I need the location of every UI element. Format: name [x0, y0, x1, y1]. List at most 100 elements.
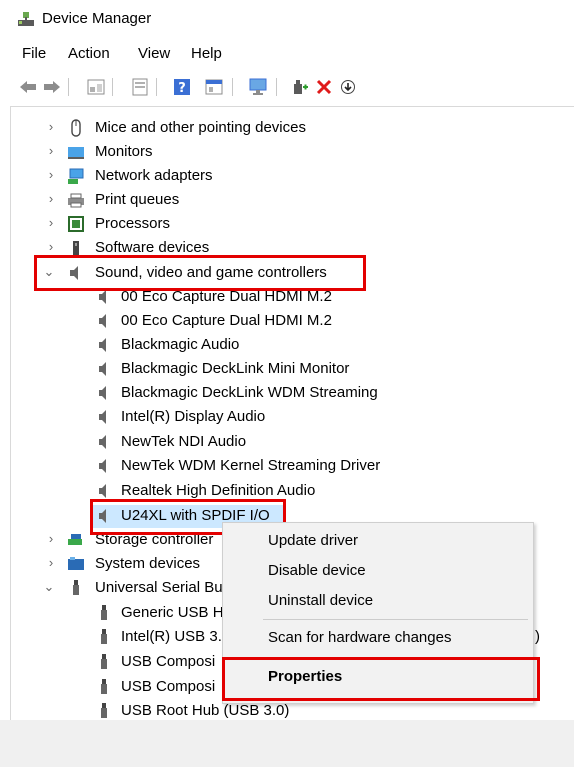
tree-child-label: Blackmagic Audio — [121, 336, 240, 353]
tree-child-item[interactable]: Realtek High Definition Audio — [11, 480, 565, 504]
tree-child-item[interactable]: Blackmagic DeckLink Mini Monitor — [11, 358, 565, 382]
tree-item-label: Mice and other pointing devices — [95, 119, 306, 136]
chevron-down-icon[interactable]: ⌄ — [43, 580, 55, 594]
chevron-right-icon[interactable]: › — [45, 120, 57, 134]
chevron-right-icon[interactable]: › — [45, 192, 57, 206]
mouse-icon — [71, 119, 81, 137]
speaker-icon — [99, 338, 106, 352]
usb-icon — [101, 605, 107, 620]
tree-child-label: 00 Eco Capture Dual HDMI M.2 — [121, 288, 332, 305]
tree-item-label: Storage controller — [95, 531, 214, 548]
software-icon — [73, 241, 79, 255]
speaker-icon — [99, 386, 106, 400]
speaker-icon — [99, 290, 106, 304]
menu-item-uninstall-device[interactable]: Uninstall device — [223, 589, 533, 615]
menu-bar: File Action View Help — [0, 45, 574, 67]
usb-icon — [101, 654, 107, 669]
tree-item-label: Print queues — [95, 191, 180, 208]
view-icon[interactable] — [204, 77, 224, 97]
tree-item-label: Monitors — [95, 143, 153, 160]
tree-child-label: Intel(R) Display Audio — [121, 408, 266, 425]
network-icon — [68, 168, 84, 184]
speaker-icon — [99, 509, 106, 523]
chevron-right-icon[interactable]: › — [45, 240, 57, 254]
tree-item-print-queues[interactable]: › Print queues — [11, 189, 565, 213]
truncated-paren: ) — [535, 628, 540, 645]
menu-item-update-driver[interactable]: Update driver — [223, 529, 533, 555]
chevron-right-icon[interactable]: › — [45, 532, 57, 546]
tree-child-item[interactable]: Intel(R) Display Audio — [11, 406, 565, 430]
context-menu: Update driver Disable device Uninstall d… — [222, 522, 534, 704]
menu-file[interactable]: File — [20, 45, 48, 62]
menu-separator — [263, 657, 528, 658]
download-icon[interactable] — [338, 77, 358, 97]
tree-item-label: Network adapters — [95, 167, 213, 184]
system-icon — [68, 557, 84, 570]
usb-icon — [73, 580, 79, 595]
tree-item-software-devices[interactable]: › Software devices — [11, 237, 565, 261]
tree-child-item[interactable]: Blackmagic DeckLink WDM Streaming — [11, 382, 565, 406]
tree-child-label: Generic USB H — [121, 604, 224, 621]
tree-child-item[interactable]: 00 Eco Capture Dual HDMI M.2 — [11, 310, 565, 334]
usb-icon — [101, 629, 107, 644]
menu-view[interactable]: View — [136, 45, 172, 62]
status-bar — [0, 720, 574, 767]
tree-item-mice[interactable]: › Mice and other pointing devices — [11, 117, 565, 141]
tree-item-label: Processors — [95, 215, 171, 232]
menu-action[interactable]: Action — [66, 45, 112, 62]
chevron-right-icon[interactable]: › — [45, 216, 57, 230]
properties-pane-icon[interactable] — [86, 77, 106, 97]
tree-child-label: USB Composi — [121, 678, 216, 695]
tree-item-label: Sound, video and game controllers — [95, 264, 327, 281]
tree-child-label: 00 Eco Capture Dual HDMI M.2 — [121, 312, 332, 329]
usb-icon — [101, 703, 107, 718]
tree-child-item[interactable]: Blackmagic Audio — [11, 334, 565, 358]
tree-item-sound-video-game[interactable]: ⌄ Sound, video and game controllers — [11, 262, 565, 286]
tree-child-item[interactable]: NewTek WDM Kernel Streaming Driver — [11, 455, 565, 479]
tree-child-label: Intel(R) USB 3. — [121, 628, 222, 645]
toolbar: ? — [0, 74, 574, 102]
device-list-icon[interactable] — [130, 77, 150, 97]
svg-text:?: ? — [178, 81, 186, 96]
tree-child-label: NewTek NDI Audio — [121, 433, 247, 450]
chevron-right-icon[interactable]: › — [45, 168, 57, 182]
usb-icon — [101, 679, 107, 694]
speaker-icon — [99, 362, 106, 376]
speaker-icon — [99, 314, 106, 328]
device-manager-icon — [18, 12, 34, 26]
back-icon[interactable] — [18, 77, 38, 97]
tree-item-network[interactable]: › Network adapters — [11, 165, 565, 189]
menu-separator — [263, 619, 528, 620]
menu-item-scan-hardware[interactable]: Scan for hardware changes — [223, 626, 533, 652]
forward-icon[interactable] — [42, 77, 62, 97]
storage-icon — [68, 534, 82, 545]
window-title: Device Manager — [42, 10, 152, 27]
tree-child-label: NewTek WDM Kernel Streaming Driver — [121, 457, 381, 474]
chevron-down-icon[interactable]: ⌄ — [43, 265, 55, 279]
tree-child-label: Blackmagic DeckLink WDM Streaming — [121, 384, 378, 401]
tree-item-label: Universal Serial Bu — [95, 579, 223, 596]
tree-item-monitors[interactable]: › Monitors — [11, 141, 565, 165]
printer-icon — [68, 193, 84, 208]
speaker-icon — [70, 266, 78, 280]
tree-child-item[interactable]: NewTek NDI Audio — [11, 431, 565, 455]
title-bar: Device Manager — [0, 0, 574, 40]
chevron-right-icon[interactable]: › — [45, 144, 57, 158]
uninstall-icon[interactable] — [314, 77, 334, 97]
chevron-right-icon[interactable]: › — [45, 556, 57, 570]
tree-child-label: USB Composi — [121, 653, 216, 670]
monitor-icon[interactable] — [248, 77, 268, 97]
tree-item-processors[interactable]: › Processors — [11, 213, 565, 237]
speaker-icon — [99, 410, 106, 424]
help-icon[interactable]: ? — [172, 77, 192, 97]
processor-icon — [68, 216, 84, 232]
tree-item-label: Software devices — [95, 239, 210, 256]
tree-child-item[interactable]: 00 Eco Capture Dual HDMI M.2 — [11, 286, 565, 310]
menu-item-properties[interactable]: Properties — [223, 665, 533, 691]
speaker-icon — [99, 435, 106, 449]
tree-child-label: Blackmagic DeckLink Mini Monitor — [121, 360, 350, 377]
menu-item-disable-device[interactable]: Disable device — [223, 559, 533, 585]
speaker-icon — [99, 459, 106, 473]
menu-help[interactable]: Help — [189, 45, 224, 62]
add-driver-icon[interactable] — [290, 77, 310, 97]
